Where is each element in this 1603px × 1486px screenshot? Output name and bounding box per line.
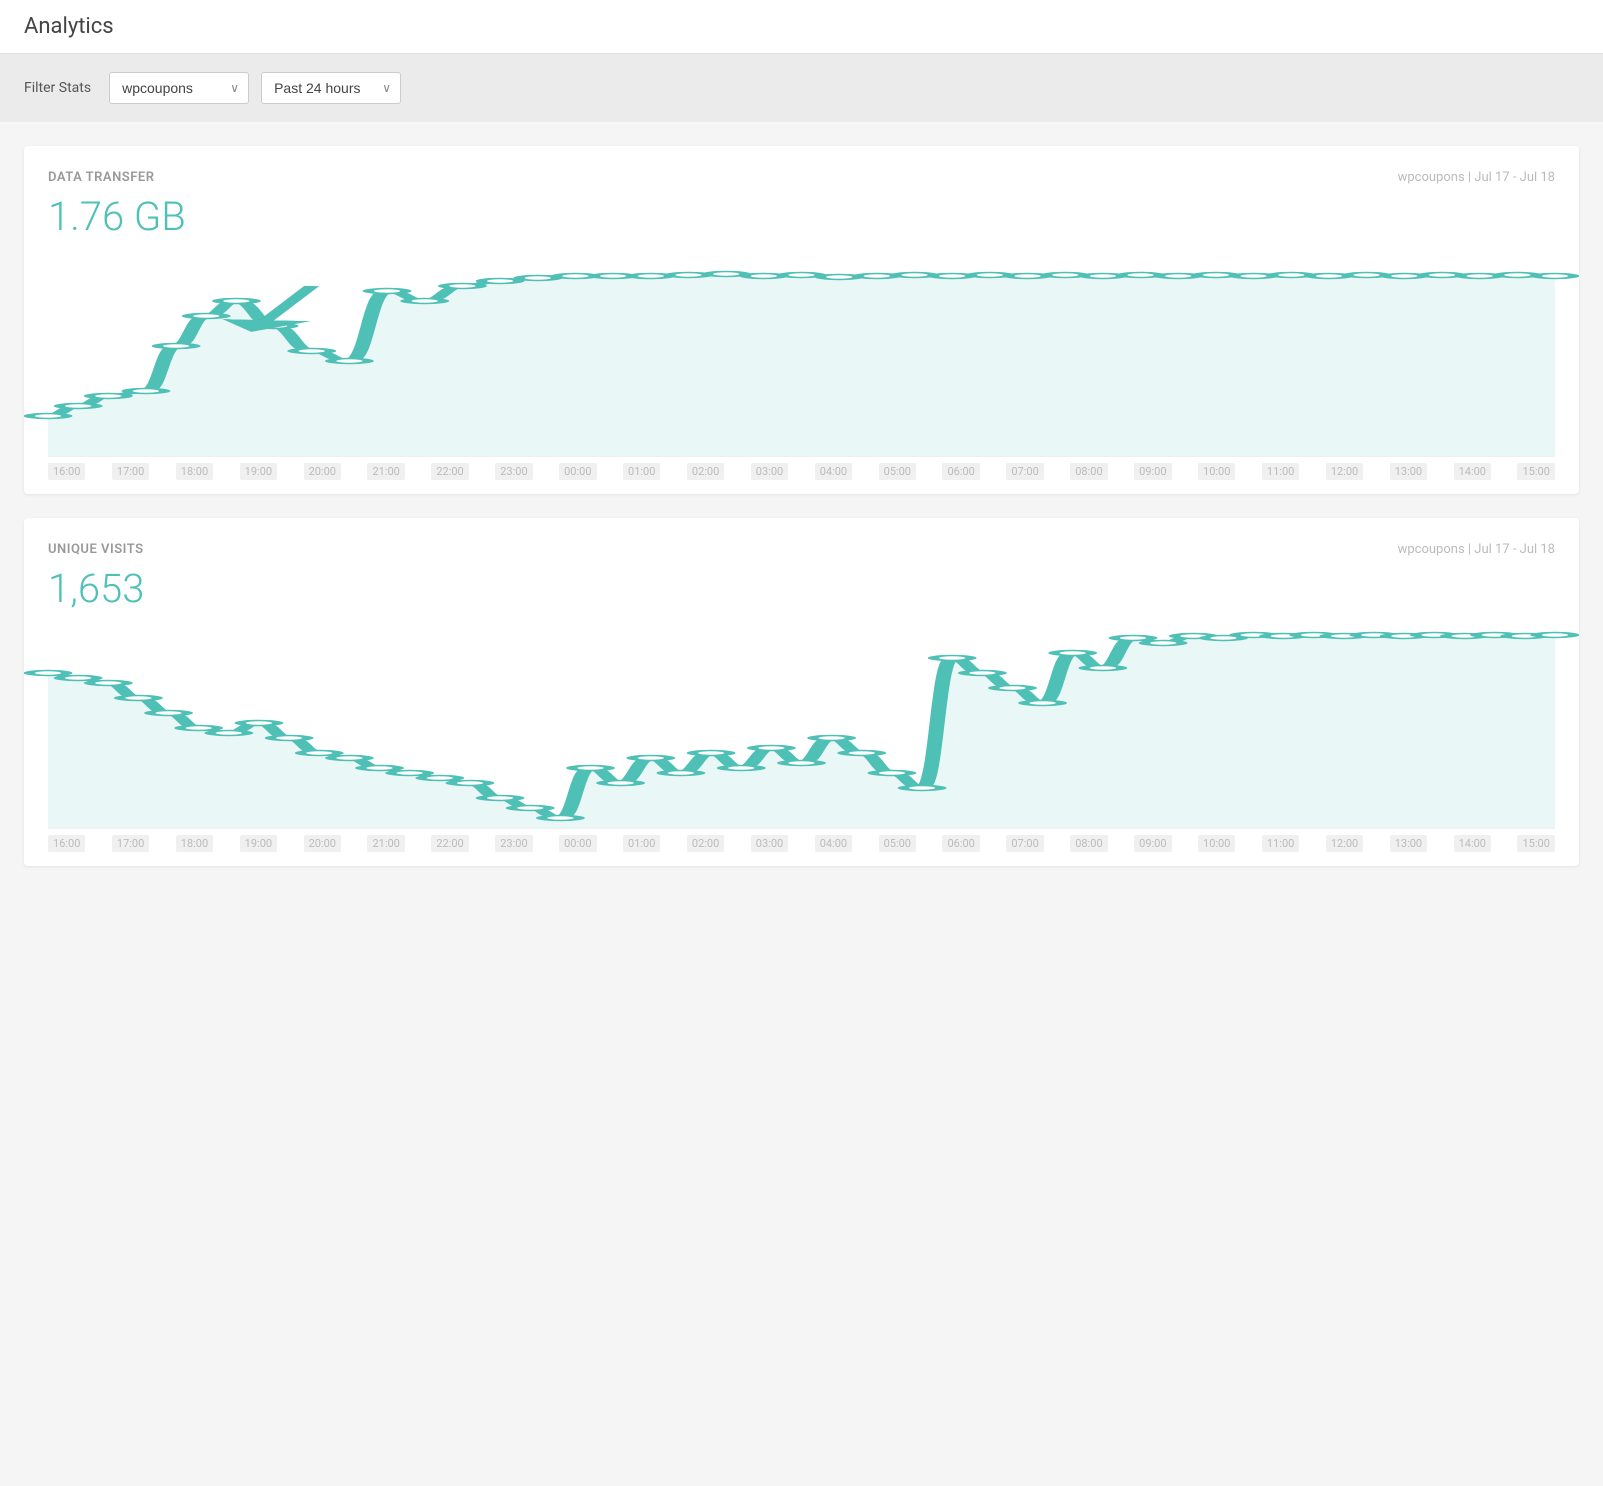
chart-xaxis-label: 14:00 (1454, 835, 1491, 852)
chart-xaxis-label: 20:00 (304, 835, 341, 852)
chart-xaxis-label: 02:00 (687, 463, 724, 480)
chart-xaxis-label: 20:00 (304, 463, 341, 480)
chart-xaxis-label: 15:00 (1517, 463, 1554, 480)
chart-card-data-transfer: DATA TRANSFER wpcoupons | Jul 17 - Jul 18… (24, 146, 1579, 494)
chart-xaxis-label: 00:00 (559, 835, 596, 852)
chart-xaxis-label: 11:00 (1262, 835, 1299, 852)
chart-xaxis-label: 15:00 (1517, 835, 1554, 852)
chart-title-unique-visits: UNIQUE VISITS (48, 542, 144, 557)
chart-xaxis-label: 06:00 (942, 835, 979, 852)
period-select-wrapper: Past 24 hours Past 7 days Past 30 days (261, 72, 401, 104)
chart-xaxis-label: 17:00 (112, 835, 149, 852)
chart-xaxis-label: 02:00 (687, 835, 724, 852)
chart-xaxis-label: 22:00 (431, 835, 468, 852)
chart-xaxis-label: 06:00 (942, 463, 979, 480)
chart-xaxis-label: 05:00 (879, 463, 916, 480)
chart-xaxis-label: 03:00 (751, 835, 788, 852)
filter-bar: Filter Stats wpcoupons Past 24 hours Pas… (0, 54, 1603, 122)
chart-xaxis-label: 12:00 (1326, 835, 1363, 852)
chart-xaxis-label: 23:00 (495, 463, 532, 480)
chart-xaxis-label: 18:00 (176, 835, 213, 852)
chart-area-unique-visits (48, 628, 1555, 828)
chart-xaxis-unique-visits: 16:00 17:00 18:00 19:00 20:00 21:00 22:00 23:00… (48, 828, 1555, 866)
chart-xaxis-label: 23:00 (495, 835, 532, 852)
chart-header-unique-visits: UNIQUE VISITS wpcoupons | Jul 17 - Jul 18 (48, 542, 1555, 557)
chart-xaxis-label: 17:00 (112, 463, 149, 480)
chart-xaxis-label: 18:00 (176, 463, 213, 480)
chart-xaxis-label: 22:00 (431, 463, 468, 480)
chart-header-data-transfer: DATA TRANSFER wpcoupons | Jul 17 - Jul 18 (48, 170, 1555, 185)
site-select[interactable]: wpcoupons (109, 72, 249, 104)
chart-xaxis-label: 09:00 (1134, 463, 1171, 480)
chart-xaxis-label: 01:00 (623, 463, 660, 480)
site-select-wrapper: wpcoupons (109, 72, 249, 104)
chart-xaxis-label: 21:00 (367, 835, 404, 852)
main-content: DATA TRANSFER wpcoupons | Jul 17 - Jul 18… (0, 122, 1603, 914)
chart-xaxis-label: 04:00 (815, 835, 852, 852)
chart-xaxis-label: 16:00 (48, 463, 85, 480)
page-title: Analytics (24, 14, 1579, 39)
chart-svg-data-transfer (48, 256, 1555, 456)
chart-xaxis-label: 19:00 (240, 463, 277, 480)
chart-xaxis-label: 10:00 (1198, 835, 1235, 852)
chart-xaxis-label: 01:00 (623, 835, 660, 852)
chart-xaxis-label: 13:00 (1390, 463, 1427, 480)
chart-xaxis-label: 14:00 (1454, 463, 1491, 480)
chart-xaxis-label: 08:00 (1070, 463, 1107, 480)
chart-area-data-transfer (48, 256, 1555, 456)
chart-xaxis-label: 03:00 (751, 463, 788, 480)
chart-xaxis-label: 19:00 (240, 835, 277, 852)
chart-xaxis-label: 11:00 (1262, 463, 1299, 480)
chart-title-data-transfer: DATA TRANSFER (48, 170, 154, 185)
chart-xaxis-label: 13:00 (1390, 835, 1427, 852)
chart-xaxis-label: 16:00 (48, 835, 85, 852)
chart-xaxis-label: 12:00 (1326, 463, 1363, 480)
chart-xaxis-label: 07:00 (1006, 835, 1043, 852)
period-select[interactable]: Past 24 hours Past 7 days Past 30 days (261, 72, 401, 104)
chart-xaxis-label: 00:00 (559, 463, 596, 480)
filter-label: Filter Stats (24, 80, 91, 96)
chart-xaxis-label: 21:00 (367, 463, 404, 480)
chart-xaxis-data-transfer: 16:00 17:00 18:00 19:00 20:00 21:00 22:00 23:00… (48, 456, 1555, 494)
chart-xaxis-label: 10:00 (1198, 463, 1235, 480)
chart-xaxis-label: 07:00 (1006, 463, 1043, 480)
chart-svg-unique-visits (48, 628, 1555, 828)
page-header: Analytics (0, 0, 1603, 54)
chart-meta-unique-visits: wpcoupons | Jul 17 - Jul 18 (1398, 542, 1555, 557)
chart-meta-data-transfer: wpcoupons | Jul 17 - Jul 18 (1398, 170, 1555, 185)
chart-value-unique-visits: 1,653 (48, 565, 1555, 612)
chart-card-unique-visits: UNIQUE VISITS wpcoupons | Jul 17 - Jul 18… (24, 518, 1579, 866)
chart-xaxis-label: 04:00 (815, 463, 852, 480)
chart-xaxis-label: 09:00 (1134, 835, 1171, 852)
chart-xaxis-label: 08:00 (1070, 835, 1107, 852)
chart-xaxis-label: 05:00 (879, 835, 916, 852)
chart-value-data-transfer: 1.76 GB (48, 193, 1555, 240)
